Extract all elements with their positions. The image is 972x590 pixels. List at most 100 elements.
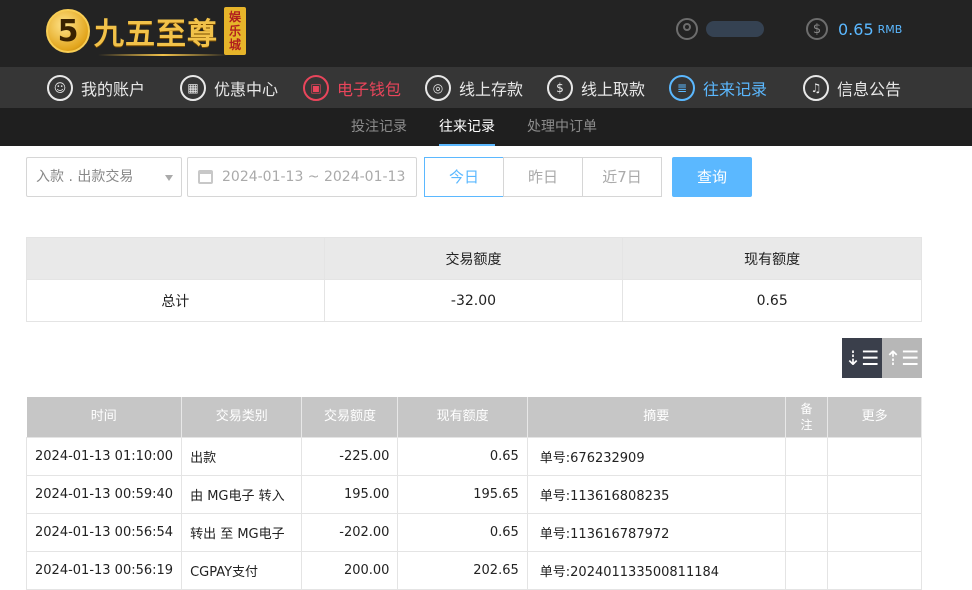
sort-controls: ⇣☰ ⇡☰ [842, 338, 922, 378]
tab-pending-orders[interactable]: 处理中订单 [527, 108, 597, 146]
cell-time: 2024-01-13 00:56:19 [25, 550, 183, 590]
cell-remarks [784, 474, 829, 514]
nav-online-deposit[interactable]: ◎ 线上存款 [425, 67, 523, 108]
calendar-icon [198, 170, 213, 184]
user-icon [676, 18, 698, 40]
cell-remarks [784, 512, 829, 552]
summary-current-total: 0.65 [622, 279, 922, 322]
balance-unit: RMB [877, 22, 903, 36]
logo-text: 九五至尊 [94, 17, 218, 52]
logo-badge: 娱 乐 城 [224, 7, 246, 55]
nav-label: 我的账户 [81, 79, 146, 99]
nav-my-account[interactable]: ☺ 我的账户 [47, 67, 145, 108]
username-redacted [706, 21, 764, 37]
records-icon: ≣ [669, 74, 695, 101]
nav-promotions[interactable]: ▦ 优惠中心 [180, 67, 278, 108]
table-row: 2024-01-13 00:59:40 由 MG电子 转入 195.00 195… [25, 474, 922, 514]
nav-announcements[interactable]: ♫ 信息公告 [803, 67, 901, 108]
tab-transaction-records[interactable]: 往来记录 [439, 108, 495, 146]
table-row: 2024-01-13 00:56:19 CGPAY支付 200.00 202.6… [25, 550, 922, 590]
cell-more[interactable] [827, 436, 922, 476]
cell-type: 由 MG电子 转入 [181, 474, 303, 514]
sort-descending-icon[interactable]: ⇣☰ [842, 338, 882, 378]
nav-label: 线上存款 [459, 79, 524, 99]
nav-transaction-records[interactable]: ≣ 往来记录 [669, 67, 767, 108]
nav-label: 线上取款 [581, 79, 646, 99]
transaction-type-select[interactable]: 入款 . 出款交易 [26, 157, 182, 197]
wallet-icon: ▣ [303, 74, 329, 101]
cell-summary: 单号:676232909 [526, 436, 786, 476]
cell-summary: 单号:202401133500811184 [526, 550, 786, 590]
dollar-icon: $ [806, 18, 828, 40]
cell-remarks [784, 550, 829, 590]
cell-trade-amount: -202.00 [301, 512, 399, 552]
nav-online-withdraw[interactable]: $ 线上取款 [547, 67, 645, 108]
table-row: 2024-01-13 01:10:00 出款 -225.00 0.65 单号:6… [25, 436, 922, 476]
caret-down-icon [165, 175, 173, 181]
cell-trade-amount: 195.00 [301, 474, 399, 514]
cell-summary: 单号:113616808235 [526, 474, 786, 514]
today-button[interactable]: 今日 [424, 157, 504, 197]
site-logo[interactable]: 5 九五至尊 娱 乐 城 [46, 4, 246, 58]
cell-type: 转出 至 MG电子 [181, 512, 303, 552]
cell-more[interactable] [827, 474, 922, 514]
balance-value: 0.65 [838, 19, 874, 39]
records-header-row: 时间 交易类别 交易额度 现有额度 摘要 备注 更多 [26, 397, 922, 437]
bell-icon: ♫ [803, 74, 829, 101]
col-header-trade-amount: 交易额度 [301, 397, 399, 437]
balance-display: $ 0.65 RMB [806, 18, 902, 40]
nav-label: 往来记录 [703, 79, 768, 99]
user-icon: ☺ [47, 74, 73, 101]
nav-label: 电子钱包 [337, 79, 402, 99]
cell-time: 2024-01-13 00:59:40 [25, 474, 183, 514]
cell-time: 2024-01-13 00:56:54 [25, 512, 183, 552]
withdraw-icon: $ [547, 74, 573, 101]
summary-header-empty [26, 237, 325, 280]
summary-header-current: 现有额度 [622, 237, 922, 280]
col-header-current-amount: 现有额度 [397, 397, 528, 437]
col-header-summary: 摘要 [527, 397, 786, 437]
top-header: 5 九五至尊 娱 乐 城 $ 0.65 RMB [0, 0, 972, 67]
summary-trade-total: -32.00 [323, 279, 624, 322]
last-7-days-button[interactable]: 近7日 [582, 157, 662, 197]
col-header-time: 时间 [26, 397, 183, 437]
col-header-type: 交易类别 [181, 397, 303, 437]
cell-current-amount: 0.65 [397, 512, 528, 552]
cell-current-amount: 0.65 [397, 436, 528, 476]
cell-trade-amount: 200.00 [301, 550, 399, 590]
nav-e-wallet[interactable]: ▣ 电子钱包 [303, 67, 401, 108]
nav-label: 信息公告 [837, 79, 902, 99]
yesterday-button[interactable]: 昨日 [503, 157, 583, 197]
summary-header-trade: 交易额度 [323, 237, 624, 280]
summary-header-row: 交易额度 现有额度 [26, 237, 922, 280]
sort-ascending-icon[interactable]: ⇡☰ [882, 338, 922, 378]
logo-underline [98, 54, 228, 56]
cell-trade-amount: -225.00 [301, 436, 399, 476]
col-header-more: 更多 [827, 397, 922, 437]
summary-total-label: 总计 [26, 279, 325, 322]
deposit-icon: ◎ [425, 74, 451, 101]
cell-more[interactable] [827, 512, 922, 552]
logo-badge-char: 乐 [228, 24, 241, 38]
cell-current-amount: 195.65 [397, 474, 528, 514]
gift-icon: ▦ [180, 74, 206, 101]
cell-remarks [784, 436, 829, 476]
table-row: 2024-01-13 00:56:54 转出 至 MG电子 -202.00 0.… [25, 512, 922, 552]
query-button[interactable]: 查询 [672, 157, 752, 197]
logo-badge-char: 城 [228, 38, 241, 52]
user-account[interactable] [676, 18, 764, 40]
cell-more[interactable] [827, 550, 922, 590]
sub-nav: 投注记录 往来记录 处理中订单 [0, 108, 972, 146]
cell-current-amount: 202.65 [397, 550, 528, 590]
summary-table: 交易额度 现有额度 总计 -32.00 0.65 [26, 237, 922, 322]
nav-label: 优惠中心 [214, 79, 279, 99]
logo-emblem: 5 [46, 9, 90, 53]
logo-badge-char: 娱 [228, 10, 241, 24]
cell-type: 出款 [181, 436, 303, 476]
cell-summary: 单号:113616787972 [526, 512, 786, 552]
main-nav: ☺ 我的账户 ▦ 优惠中心 ▣ 电子钱包 ◎ 线上存款 $ 线上取款 ≣ 往来记… [0, 67, 972, 108]
col-header-remarks: 备注 [785, 397, 829, 437]
date-range-input[interactable]: 2024-01-13 ~ 2024-01-13 [187, 157, 417, 197]
cell-type: CGPAY支付 [181, 550, 303, 590]
tab-bet-records[interactable]: 投注记录 [351, 108, 407, 146]
